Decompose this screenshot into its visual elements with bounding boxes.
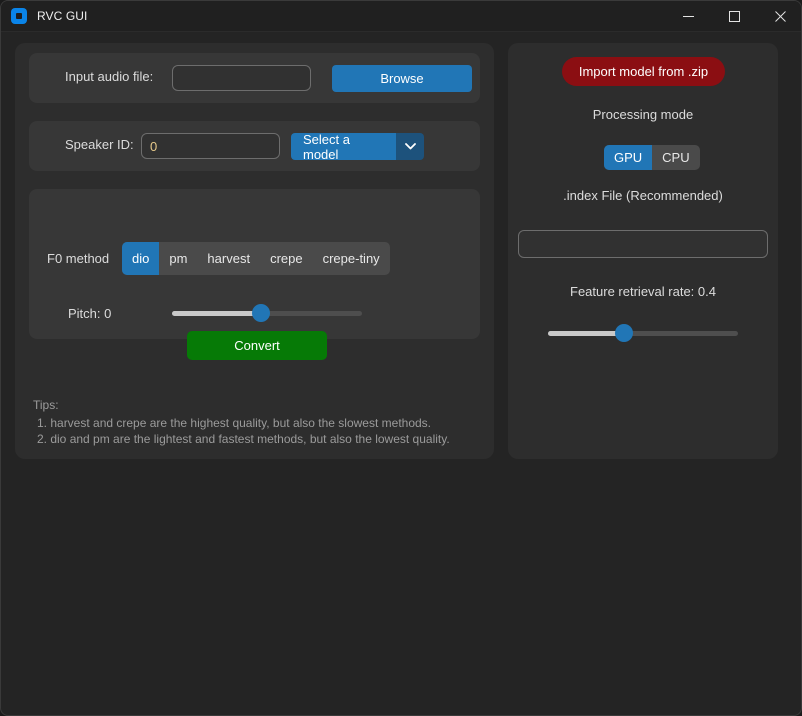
speaker-id-field[interactable] (141, 133, 280, 159)
f0-method-label: F0 method (47, 251, 109, 266)
window-title: RVC GUI (37, 9, 88, 23)
pitch-label: Pitch: 0 (68, 306, 111, 321)
speaker-id-label: Speaker ID: (65, 137, 134, 152)
processing-mode-toggle: GPU CPU (604, 145, 700, 170)
window-controls (665, 1, 802, 32)
tips-line-2: 2. dio and pm are the lightest and faste… (37, 431, 450, 447)
app-window: RVC GUI Input audio fi (0, 0, 802, 716)
processing-mode-cpu[interactable]: CPU (652, 145, 699, 170)
feature-retrieval-fill (548, 331, 624, 336)
processing-mode-label: Processing mode (508, 107, 778, 122)
right-panel: Import model from .zip Processing mode G… (508, 43, 778, 459)
f0-card: F0 method dio pm harvest crepe crepe-tin… (29, 189, 480, 339)
minimize-icon (683, 11, 694, 22)
model-select-dropdown[interactable]: Select a model (291, 133, 424, 160)
input-audio-card: Input audio file: Browse (29, 53, 480, 103)
f0-method-tabs: dio pm harvest crepe crepe-tiny (122, 242, 390, 275)
index-file-field[interactable] (518, 230, 768, 258)
f0-method-pm[interactable]: pm (159, 242, 197, 275)
f0-method-crepe[interactable]: crepe (260, 242, 313, 275)
feature-retrieval-label: Feature retrieval rate: 0.4 (508, 284, 778, 299)
maximize-button[interactable] (711, 1, 757, 32)
model-select-label: Select a model (291, 133, 396, 160)
pitch-slider-thumb[interactable] (252, 304, 270, 322)
feature-retrieval-slider[interactable] (548, 324, 738, 342)
processing-mode-gpu[interactable]: GPU (604, 145, 652, 170)
index-file-label: .index File (Recommended) (508, 188, 778, 203)
input-audio-label: Input audio file: (65, 69, 153, 84)
app-icon (11, 8, 27, 24)
import-model-button[interactable]: Import model from .zip (562, 57, 725, 86)
maximize-icon (729, 11, 740, 22)
feature-retrieval-thumb[interactable] (615, 324, 633, 342)
speaker-id-card: Speaker ID: Select a model (29, 121, 480, 171)
close-button[interactable] (757, 1, 802, 32)
browse-button[interactable]: Browse (332, 65, 472, 92)
f0-method-harvest[interactable]: harvest (197, 242, 260, 275)
f0-method-crepe-tiny[interactable]: crepe-tiny (313, 242, 390, 275)
tips-heading: Tips: (33, 397, 59, 413)
left-panel: Input audio file: Browse Speaker ID: Sel… (15, 43, 494, 459)
pitch-slider[interactable] (172, 304, 362, 322)
input-audio-field[interactable] (172, 65, 311, 91)
close-icon (775, 11, 786, 22)
pitch-slider-fill (172, 311, 261, 316)
minimize-button[interactable] (665, 1, 711, 32)
tips-line-1: 1. harvest and crepe are the highest qua… (37, 415, 431, 431)
convert-button[interactable]: Convert (187, 331, 327, 360)
chevron-down-icon (396, 133, 424, 160)
f0-method-dio[interactable]: dio (122, 242, 159, 275)
title-bar: RVC GUI (1, 1, 802, 32)
